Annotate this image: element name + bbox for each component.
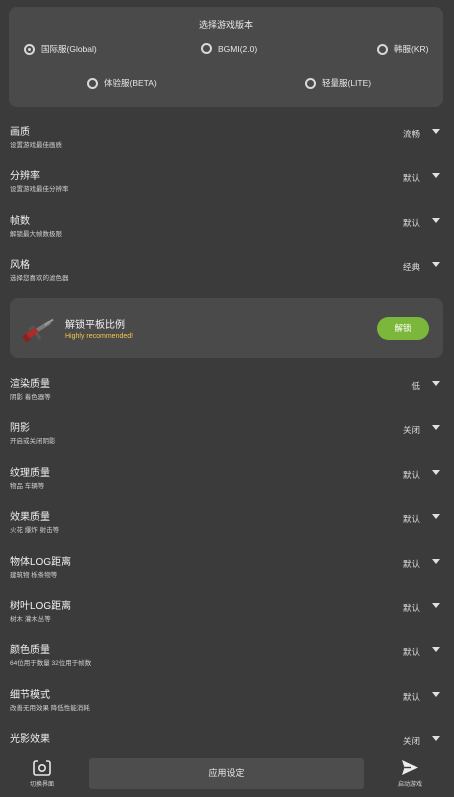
setting-style[interactable]: 风格 选择您喜欢的滤色器 经典 — [0, 255, 454, 299]
setting-color-quality[interactable]: 颜色质量 64位用于数量 32位用于帧数 默认 — [0, 640, 454, 684]
setting-label: 画质 — [10, 127, 30, 138]
setting-value: 默认 — [402, 559, 420, 569]
setting-effects-quality[interactable]: 效果质量 火花 爆炸 射击等 默认 — [0, 507, 454, 551]
setting-render-quality[interactable]: 渲染质量 阴影 着色器等 低 — [0, 374, 454, 418]
dropdown-arrow-icon — [432, 603, 440, 608]
setting-value: 低 — [411, 381, 420, 391]
version-option-beta[interactable]: 体验服(BETA) — [87, 77, 157, 89]
setting-label: 阴影 — [10, 423, 30, 434]
setting-desc: 建筑物 栎条物等 — [10, 572, 58, 579]
version-title: 选择游戏版本 — [198, 20, 253, 30]
dropdown-arrow-icon — [432, 559, 440, 564]
radio-empty-icon — [201, 43, 212, 54]
apply-settings-button[interactable]: 应用设定 — [89, 758, 364, 789]
setting-desc: 阴影 着色器等 — [10, 394, 51, 401]
radio-empty-icon — [377, 43, 388, 55]
setting-desc: 选择您喜欢的滤色器 — [10, 275, 69, 282]
setting-label: 渲染质量 — [10, 379, 50, 390]
dropdown-arrow-icon — [432, 425, 440, 430]
setting-label: 纹理质量 — [10, 468, 50, 479]
setting-label: 效果质量 — [10, 512, 50, 523]
version-option-kr[interactable]: 韩服(KR) — [377, 43, 428, 55]
setting-fps[interactable]: 帧数 解锁最大帧数极限 默认 — [0, 211, 454, 255]
dropdown-arrow-icon — [432, 173, 440, 178]
radio-selected-icon — [24, 43, 35, 55]
setting-value: 默认 — [402, 218, 420, 228]
setting-desc: 64位用于数量 32位用于帧数 — [10, 660, 92, 667]
version-option-label: 韩服(KR) — [394, 44, 429, 54]
setting-value: 经典 — [402, 262, 420, 272]
setting-foliage-lod[interactable]: 树叶LOG距离 树木 灌木丛等 默认 — [0, 596, 454, 640]
radio-empty-icon — [87, 77, 98, 89]
setting-value: 流畅 — [402, 129, 420, 139]
setting-label: 光影效果 — [10, 734, 50, 745]
version-option-label: 轻量服(LITE) — [322, 78, 372, 88]
rifle-icon — [22, 318, 54, 342]
dropdown-arrow-icon — [432, 692, 440, 697]
dropdown-arrow-icon — [432, 262, 440, 267]
setting-value: 关闭 — [402, 736, 420, 746]
unlock-tablet-ratio-card: 解锁平板比例 Highly recommended! 解锁 — [10, 298, 443, 358]
setting-desc: 设置游戏最佳分辨率 — [10, 186, 69, 193]
setting-desc: 解锁最大帧数极限 — [10, 231, 62, 238]
dropdown-arrow-icon — [432, 129, 440, 134]
version-option-label: 国际服(Global) — [41, 44, 97, 54]
setting-desc: 物品 车辆等 — [10, 483, 45, 490]
setting-shadows[interactable]: 阴影 开启或关闭阴影 关闭 — [0, 418, 454, 462]
setting-desc: 改善无用效果 降低性能消耗 — [10, 705, 90, 712]
dropdown-arrow-icon — [432, 514, 440, 519]
dropdown-arrow-icon — [432, 218, 440, 223]
dropdown-arrow-icon — [432, 381, 440, 386]
dropdown-arrow-icon — [432, 736, 440, 741]
switch-interface-button[interactable]: 切换界面 — [17, 758, 67, 790]
setting-label: 细节模式 — [10, 690, 50, 701]
setting-value: 关闭 — [402, 425, 420, 435]
setting-detail-mode[interactable]: 细节模式 改善无用效果 降低性能消耗 默认 — [0, 685, 454, 729]
setting-label: 风格 — [10, 260, 30, 271]
setting-desc: 设置游戏最佳画质 — [10, 142, 62, 149]
switch-interface-label: 切换界面 — [29, 782, 54, 788]
setting-label: 帧数 — [10, 216, 30, 227]
setting-value: 默认 — [402, 647, 420, 657]
version-option-lite[interactable]: 轻量服(LITE) — [305, 77, 371, 89]
radio-empty-icon — [305, 77, 316, 89]
setting-value: 默认 — [402, 173, 420, 183]
setting-resolution[interactable]: 分辨率 设置游戏最佳分辨率 默认 — [0, 166, 454, 210]
version-option-label: 体验服(BETA) — [104, 78, 157, 88]
send-icon — [402, 760, 418, 775]
promo-subtitle: Highly recommended! — [65, 333, 134, 340]
version-option-global[interactable]: 国际服(Global) — [24, 43, 97, 55]
setting-lighting-effects[interactable]: 光影效果 关闭 — [0, 729, 454, 751]
launch-game-button[interactable]: 启动游戏 — [385, 758, 435, 790]
version-selector-card: 选择游戏版本 国际服(Global) BGMI(2.0) 韩服(KR) 体验服(… — [9, 7, 443, 107]
unlock-button[interactable]: 解锁 — [377, 317, 429, 340]
setting-label: 分辨率 — [10, 171, 40, 182]
dropdown-arrow-icon — [432, 470, 440, 475]
setting-desc: 火花 爆炸 射击等 — [10, 527, 60, 534]
launch-game-label: 启动游戏 — [397, 782, 422, 788]
setting-object-lod[interactable]: 物体LOG距离 建筑物 栎条物等 默认 — [0, 552, 454, 596]
setting-desc: 树木 灌木丛等 — [10, 616, 51, 623]
setting-graphics[interactable]: 画质 设置游戏最佳画质 流畅 — [0, 122, 454, 166]
setting-value: 默认 — [402, 692, 420, 702]
setting-label: 颜色质量 — [10, 645, 50, 656]
switch-interface-icon — [33, 760, 51, 776]
setting-texture-quality[interactable]: 纹理质量 物品 车辆等 默认 — [0, 463, 454, 507]
setting-value: 默认 — [402, 470, 420, 480]
dropdown-arrow-icon — [432, 647, 440, 652]
setting-value: 默认 — [402, 514, 420, 524]
version-option-bgmi[interactable]: BGMI(2.0) — [201, 43, 257, 54]
setting-label: 树叶LOG距离 — [10, 601, 72, 612]
setting-desc: 开启或关闭阴影 — [10, 438, 56, 445]
setting-value: 默认 — [402, 603, 420, 613]
version-option-label: BGMI(2.0) — [218, 43, 258, 54]
promo-title: 解锁平板比例 — [65, 320, 125, 331]
setting-label: 物体LOG距离 — [10, 557, 72, 568]
